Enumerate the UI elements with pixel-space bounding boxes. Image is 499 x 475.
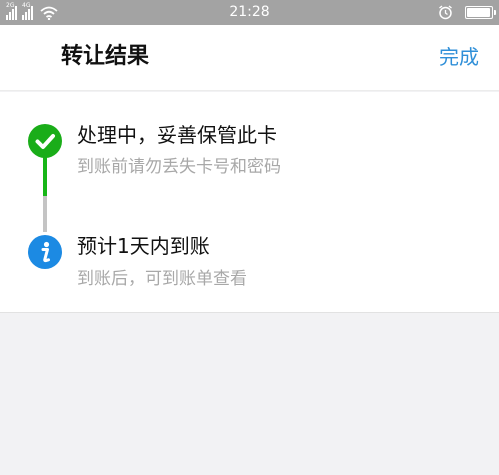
step-1-subtitle: 到账前请勿丢失卡号和密码 (77, 157, 281, 177)
status-time: 21:28 (229, 4, 270, 20)
timeline-line-pending (43, 196, 47, 232)
nav-header: 转让结果 完成 (0, 25, 499, 91)
step-2-subtitle: 到账后，可到账单查看 (77, 269, 247, 289)
check-circle-icon (28, 124, 62, 158)
status-right-icons (438, 5, 496, 20)
status-bar: 2G 4G 21:28 (0, 0, 499, 25)
step-1-title: 处理中，妥善保管此卡 (77, 123, 277, 147)
page-title: 转让结果 (61, 44, 150, 69)
done-button[interactable]: 完成 (439, 44, 479, 70)
alarm-icon (439, 5, 452, 20)
timeline-line-completed (43, 155, 47, 196)
transfer-result-card: 处理中，妥善保管此卡 到账前请勿丢失卡号和密码 预计1天内到账 到账后，可到账单… (0, 92, 499, 313)
info-circle-icon (28, 235, 62, 269)
step-2-title: 预计1天内到账 (77, 234, 210, 258)
battery-level (467, 8, 490, 17)
battery-icon (465, 6, 496, 19)
